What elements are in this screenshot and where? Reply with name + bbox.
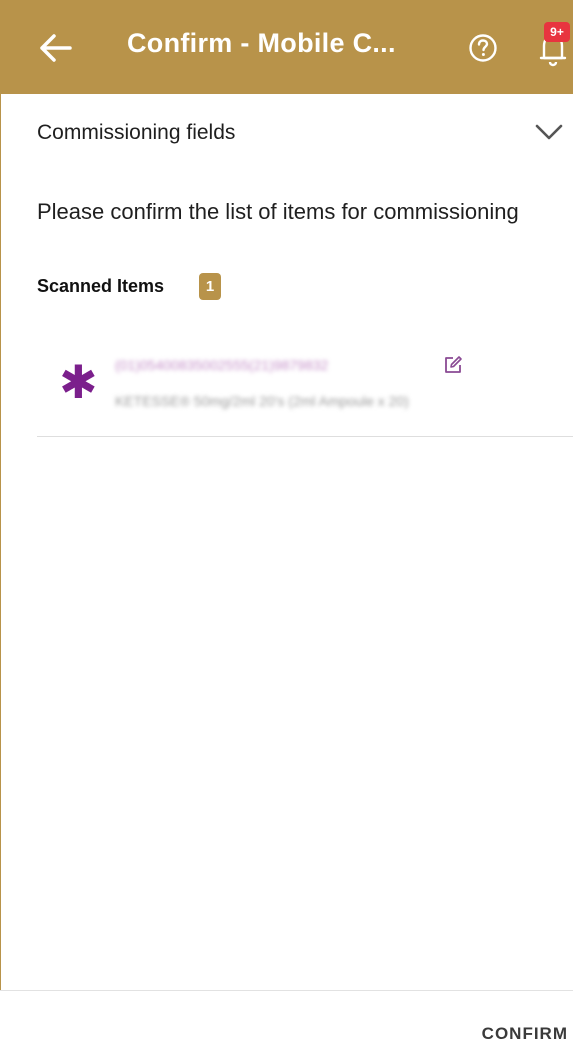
item-code: (01)05400835002555(21)9879832 xyxy=(115,357,329,373)
commissioning-fields-toggle[interactable]: Commissioning fields xyxy=(0,100,573,166)
list-item[interactable]: ✱ (01)05400835002555(21)9879832 KETESSE®… xyxy=(37,340,573,437)
notification-badge: 9+ xyxy=(544,22,570,42)
footer-bar: CONFIRM xyxy=(0,990,573,1060)
confirm-button[interactable]: CONFIRM xyxy=(482,1024,568,1044)
instruction-text: Please confirm the list of items for com… xyxy=(37,199,519,224)
scanned-count-badge: 1 xyxy=(199,273,221,300)
edit-icon[interactable] xyxy=(443,355,463,375)
app-bar: Confirm - Mobile C... 9+ xyxy=(0,0,573,94)
section-title: Commissioning fields xyxy=(37,121,236,144)
chevron-down-icon xyxy=(535,124,563,140)
help-button[interactable] xyxy=(467,32,499,64)
back-button[interactable] xyxy=(36,30,76,66)
item-description: KETESSE® 50mg/2ml 20's (2ml Ampoule x 20… xyxy=(115,393,409,409)
help-circle-icon xyxy=(469,34,497,62)
arrow-left-icon xyxy=(40,34,72,62)
scanned-items-label: Scanned Items xyxy=(37,276,165,296)
asterisk-icon: ✱ xyxy=(59,356,98,408)
page-title: Confirm - Mobile C... xyxy=(127,28,396,58)
